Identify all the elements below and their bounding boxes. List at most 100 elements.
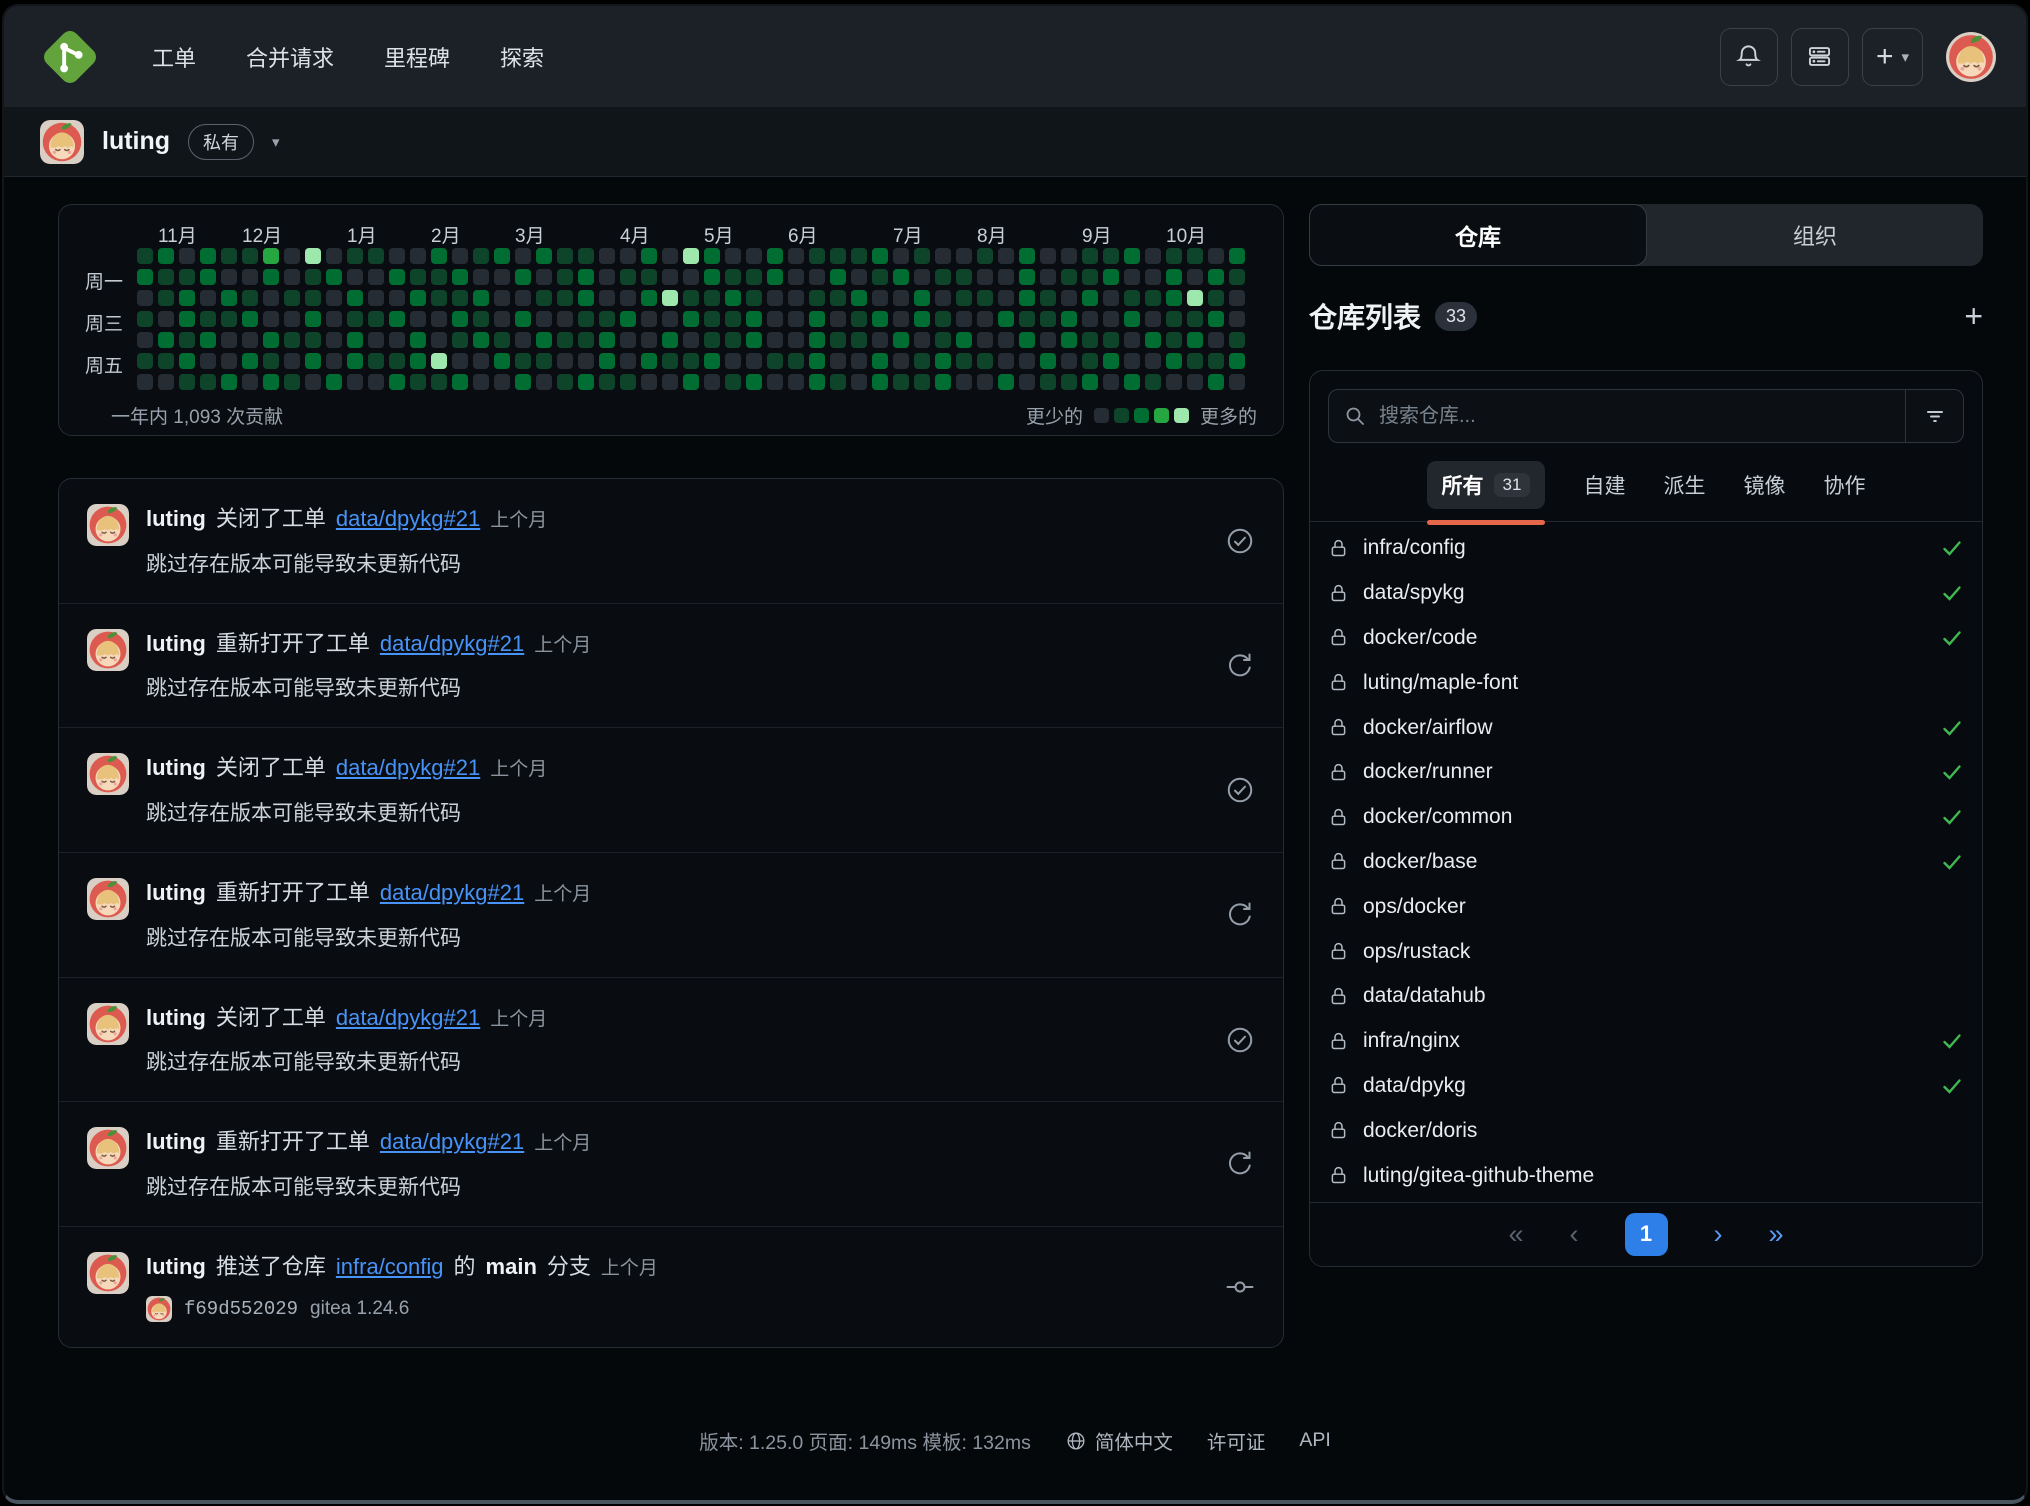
filter-tab[interactable]: 自建: [1583, 461, 1625, 509]
language-selector[interactable]: 简体中文: [1065, 1426, 1173, 1455]
repo-name[interactable]: infra/config: [1363, 536, 1466, 560]
repo-name[interactable]: luting/gitea-github-theme: [1363, 1164, 1594, 1188]
sync-check-icon: [1940, 805, 1964, 829]
repo-row[interactable]: data/spykg: [1328, 571, 1964, 616]
repo-search-input[interactable]: [1379, 405, 1891, 428]
profile-caret-down-icon[interactable]: ▾: [272, 133, 280, 151]
heatmap-cell: [746, 248, 762, 264]
repo-row[interactable]: ops/docker: [1328, 884, 1964, 929]
repo-row[interactable]: data/dpykg: [1328, 1064, 1964, 1109]
filter-tab[interactable]: 派生: [1663, 461, 1705, 509]
repo-row[interactable]: docker/code: [1328, 616, 1964, 661]
heatmap-cell: [746, 269, 762, 285]
profile-avatar[interactable]: [40, 120, 84, 164]
nav-item[interactable]: 合并请求: [246, 41, 334, 73]
feed-actor[interactable]: luting: [146, 1129, 206, 1154]
feed-link[interactable]: infra/config: [336, 1254, 444, 1279]
commit-avatar: [146, 1296, 172, 1322]
repo-row[interactable]: docker/airflow: [1328, 705, 1964, 750]
feed-avatar[interactable]: [87, 1127, 129, 1169]
filter-tab[interactable]: 镜像: [1743, 461, 1785, 509]
feed-avatar[interactable]: [87, 1252, 129, 1294]
heatmap-cell: [851, 332, 867, 348]
repo-row[interactable]: luting/maple-font: [1328, 660, 1964, 705]
api-link[interactable]: API: [1299, 1429, 1330, 1452]
heatmap-cell: [830, 332, 846, 348]
feed-avatar[interactable]: [87, 753, 129, 795]
filter-tab-all[interactable]: 所有 31: [1427, 461, 1546, 509]
nav-item[interactable]: 工单: [152, 41, 196, 73]
tab-repositories[interactable]: 仓库: [1309, 204, 1647, 266]
nav-item[interactable]: 里程碑: [384, 41, 450, 73]
tab-organizations[interactable]: 组织: [1647, 204, 1983, 266]
feed-link[interactable]: data/dpykg#21: [336, 1005, 480, 1030]
repo-name[interactable]: ops/docker: [1363, 895, 1466, 919]
pagination-prev[interactable]: ‹: [1570, 1219, 1579, 1250]
filter-all-count: 31: [1494, 473, 1531, 497]
pagination-next[interactable]: ›: [1714, 1219, 1723, 1250]
repo-name[interactable]: docker/doris: [1363, 1119, 1477, 1143]
repo-row[interactable]: ops/rustack: [1328, 929, 1964, 974]
feed-actor[interactable]: luting: [146, 631, 206, 656]
heatmap-cell: [347, 269, 363, 285]
create-new-button[interactable]: + ▾: [1862, 28, 1923, 86]
license-link[interactable]: 许可证: [1207, 1426, 1266, 1455]
repo-name[interactable]: ops/rustack: [1363, 940, 1470, 964]
repo-row[interactable]: docker/common: [1328, 795, 1964, 840]
heatmap-cell: [557, 374, 573, 390]
feed-avatar[interactable]: [87, 629, 129, 671]
repo-row[interactable]: docker/base: [1328, 840, 1964, 885]
heatmap-cell: [1082, 332, 1098, 348]
repo-name[interactable]: docker/common: [1363, 805, 1512, 829]
heatmap-cell: [956, 248, 972, 264]
feed-link[interactable]: data/dpykg#21: [380, 880, 524, 905]
heatmap-cell: [473, 290, 489, 306]
feed-avatar[interactable]: [87, 1003, 129, 1045]
repo-name[interactable]: docker/airflow: [1363, 716, 1493, 740]
repo-row[interactable]: luting/gitea-github-theme: [1328, 1153, 1964, 1198]
repo-row[interactable]: data/datahub: [1328, 974, 1964, 1019]
admin-panel-button[interactable]: [1791, 28, 1849, 86]
feed-actor[interactable]: luting: [146, 1254, 206, 1279]
feed-link[interactable]: data/dpykg#21: [380, 1129, 524, 1154]
feed-link[interactable]: data/dpykg#21: [380, 631, 524, 656]
feed-actor[interactable]: luting: [146, 755, 206, 780]
heatmap-cell: [1187, 353, 1203, 369]
pagination-last[interactable]: »: [1769, 1219, 1784, 1250]
profile-username[interactable]: luting: [102, 127, 170, 156]
feed-link[interactable]: data/dpykg#21: [336, 755, 480, 780]
notifications-button[interactable]: [1720, 28, 1778, 86]
repo-name[interactable]: data/spykg: [1363, 581, 1465, 605]
pagination-page-1[interactable]: 1: [1625, 1213, 1668, 1256]
repo-name[interactable]: docker/code: [1363, 626, 1477, 650]
heatmap-cell: [704, 269, 720, 285]
filter-tab[interactable]: 协作: [1823, 461, 1865, 509]
repo-row[interactable]: docker/runner: [1328, 750, 1964, 795]
feed-actor[interactable]: luting: [146, 506, 206, 531]
feed-link[interactable]: data/dpykg#21: [336, 506, 480, 531]
heatmap-cell: [725, 374, 741, 390]
gitea-logo-icon[interactable]: [44, 31, 96, 83]
heatmap-cell: [200, 311, 216, 327]
feed-avatar[interactable]: [87, 878, 129, 920]
user-avatar[interactable]: [1946, 32, 1996, 82]
repo-name[interactable]: data/datahub: [1363, 984, 1486, 1008]
repo-row[interactable]: infra/config: [1328, 526, 1964, 571]
feed-actor[interactable]: luting: [146, 880, 206, 905]
feed-actor[interactable]: luting: [146, 1005, 206, 1030]
heatmap-cell: [1103, 332, 1119, 348]
repo-name[interactable]: luting/maple-font: [1363, 671, 1518, 695]
repo-row[interactable]: docker/doris: [1328, 1108, 1964, 1153]
pagination-first[interactable]: «: [1508, 1219, 1523, 1250]
nav-item[interactable]: 探索: [500, 41, 544, 73]
repo-name[interactable]: infra/nginx: [1363, 1029, 1460, 1053]
repo-filter-button[interactable]: [1905, 390, 1963, 442]
repo-name[interactable]: data/dpykg: [1363, 1074, 1466, 1098]
commit-hash[interactable]: f69d552029: [184, 1298, 298, 1320]
feed-avatar[interactable]: [87, 504, 129, 546]
repo-row[interactable]: infra/nginx: [1328, 1019, 1964, 1064]
repo-name[interactable]: docker/runner: [1363, 760, 1493, 784]
heatmap-cell: [284, 374, 300, 390]
add-repo-button[interactable]: +: [1964, 300, 1983, 332]
repo-name[interactable]: docker/base: [1363, 850, 1477, 874]
